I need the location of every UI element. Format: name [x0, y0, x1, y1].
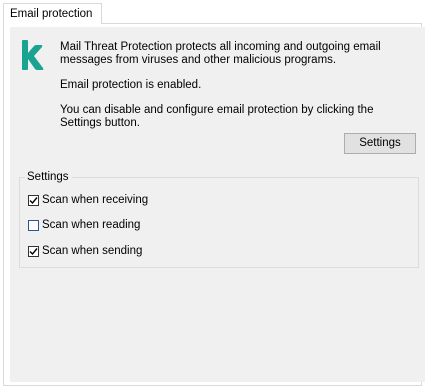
content-area: Mail Threat Protection protects all inco… — [10, 27, 425, 382]
scan-when-receiving-option[interactable]: Scan when receiving — [28, 192, 148, 208]
scan-when-sending-checkbox[interactable] — [28, 245, 39, 257]
scan-when-receiving-checkbox[interactable] — [28, 194, 39, 206]
tab-email-protection-label: Email protection — [10, 8, 93, 20]
status-text: Email protection is enabled. — [60, 79, 202, 91]
settings-button[interactable]: Settings — [344, 133, 416, 154]
scan-when-reading-label: Scan when reading — [42, 219, 141, 231]
checkmark-icon — [29, 196, 38, 204]
email-protection-page: Email protection Mail Threat Protection … — [0, 0, 425, 389]
hint-text: You can disable and configure email prot… — [60, 104, 374, 129]
checkmark-icon — [29, 247, 38, 255]
settings-group-title: Settings — [25, 170, 72, 184]
scan-when-receiving-label: Scan when receiving — [42, 194, 149, 206]
scan-when-sending-label: Scan when sending — [42, 245, 143, 257]
description-text: Mail Threat Protection protects all inco… — [60, 41, 381, 66]
scan-when-reading-checkbox[interactable] — [28, 219, 39, 231]
kaspersky-k-logo-icon — [19, 39, 45, 71]
scan-when-reading-option[interactable]: Scan when reading — [28, 217, 140, 233]
scan-when-sending-option[interactable]: Scan when sending — [28, 243, 142, 259]
tab-email-protection[interactable]: Email protection — [3, 3, 102, 24]
